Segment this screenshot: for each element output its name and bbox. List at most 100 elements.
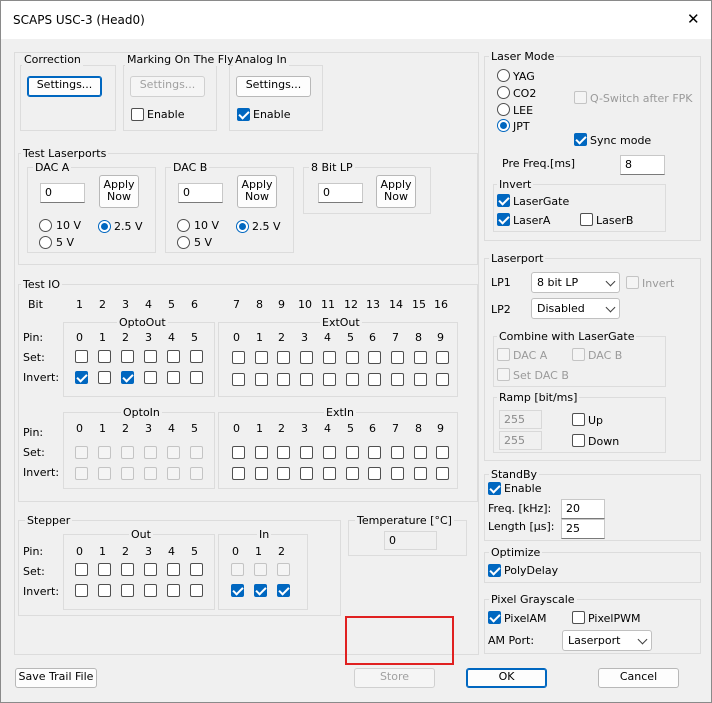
dac-b-apply-button[interactable]: Apply Now (237, 175, 277, 208)
extin-set-checkbox[interactable] (346, 446, 359, 459)
ok-button[interactable]: OK (466, 668, 547, 688)
extout-invert-checkbox[interactable] (346, 373, 359, 386)
optoin-set-checkbox[interactable] (98, 446, 111, 459)
extin-set-checkbox[interactable] (300, 446, 313, 459)
optoin-set-checkbox[interactable] (167, 446, 180, 459)
stepper-out-set-checkbox[interactable] (190, 563, 203, 576)
optoout-invert-checkbox[interactable] (75, 371, 88, 384)
stepper-in-set-checkbox[interactable] (231, 563, 244, 576)
ramp-up-checkbox[interactable] (572, 413, 585, 426)
lp1-invert-checkbox[interactable] (626, 276, 639, 289)
laser-mode-yag-radio[interactable] (497, 69, 510, 82)
stepper-in-set-checkbox[interactable] (254, 563, 267, 576)
stepper-in-set-checkbox[interactable] (277, 563, 290, 576)
combine-daca-checkbox[interactable] (497, 348, 510, 361)
extout-set-checkbox[interactable] (368, 351, 381, 364)
combine-dacb-checkbox[interactable] (572, 348, 585, 361)
stepper-in-invert-checkbox[interactable] (231, 584, 244, 597)
stepper-out-invert-checkbox[interactable] (75, 584, 88, 597)
optoin-set-checkbox[interactable] (190, 446, 203, 459)
dac-a-input[interactable]: 0 (40, 183, 85, 203)
extin-set-checkbox[interactable] (391, 446, 404, 459)
stepper-out-set-checkbox[interactable] (144, 563, 157, 576)
optoin-invert-checkbox[interactable] (98, 467, 111, 480)
optoin-set-checkbox[interactable] (144, 446, 157, 459)
optoout-set-checkbox[interactable] (144, 350, 157, 363)
dac-a-apply-button[interactable]: Apply Now (99, 175, 139, 208)
setdacb-checkbox[interactable] (497, 368, 510, 381)
marking-enable-checkbox[interactable] (131, 108, 144, 121)
extout-invert-checkbox[interactable] (368, 373, 381, 386)
laserb-checkbox[interactable] (580, 213, 593, 226)
extout-set-checkbox[interactable] (255, 351, 268, 364)
pixelpwm-checkbox[interactable] (572, 611, 585, 624)
stepper-out-set-checkbox[interactable] (167, 563, 180, 576)
extin-invert-checkbox[interactable] (436, 467, 449, 480)
optoin-invert-checkbox[interactable] (167, 467, 180, 480)
dac-b-input[interactable]: 0 (178, 183, 223, 203)
stepper-out-invert-checkbox[interactable] (98, 584, 111, 597)
optoin-invert-checkbox[interactable] (75, 467, 88, 480)
stepper-out-invert-checkbox[interactable] (190, 584, 203, 597)
extin-invert-checkbox[interactable] (255, 467, 268, 480)
save-trail-button[interactable]: Save Trail File (15, 668, 97, 688)
extin-invert-checkbox[interactable] (300, 467, 313, 480)
stepper-out-invert-checkbox[interactable] (121, 584, 134, 597)
extout-invert-checkbox[interactable] (277, 373, 290, 386)
extout-invert-checkbox[interactable] (414, 373, 427, 386)
optoout-set-checkbox[interactable] (98, 350, 111, 363)
marking-settings-button[interactable]: Settings... (130, 76, 205, 97)
laser-mode-lee-radio[interactable] (497, 103, 510, 116)
optoout-invert-checkbox[interactable] (167, 371, 180, 384)
optoout-set-checkbox[interactable] (190, 350, 203, 363)
stepper-out-invert-checkbox[interactable] (167, 584, 180, 597)
freq-input[interactable]: 20 (561, 499, 605, 519)
correction-settings-button[interactable]: Settings... (27, 76, 102, 97)
optoin-set-checkbox[interactable] (75, 446, 88, 459)
optoout-invert-checkbox[interactable] (121, 371, 134, 384)
extin-invert-checkbox[interactable] (323, 467, 336, 480)
store-button[interactable]: Store (354, 668, 435, 688)
extout-set-checkbox[interactable] (436, 351, 449, 364)
lp8-apply-button[interactable]: Apply Now (376, 175, 416, 208)
optoin-invert-checkbox[interactable] (121, 467, 134, 480)
lp2-select[interactable]: Disabled (531, 298, 620, 319)
polydelay-checkbox[interactable] (488, 564, 501, 577)
stepper-out-set-checkbox[interactable] (121, 563, 134, 576)
extout-invert-checkbox[interactable] (391, 373, 404, 386)
laser-mode-co2-radio[interactable] (497, 86, 510, 99)
extout-set-checkbox[interactable] (414, 351, 427, 364)
extout-set-checkbox[interactable] (391, 351, 404, 364)
amport-select[interactable]: Laserport (562, 630, 652, 651)
extin-invert-checkbox[interactable] (368, 467, 381, 480)
optoout-invert-checkbox[interactable] (144, 371, 157, 384)
lp8-input[interactable]: 0 (318, 183, 363, 203)
extin-set-checkbox[interactable] (323, 446, 336, 459)
extin-set-checkbox[interactable] (368, 446, 381, 459)
analog-settings-button[interactable]: Settings... (236, 76, 311, 97)
standby-enable-checkbox[interactable] (488, 482, 501, 495)
close-icon[interactable]: ✕ (687, 10, 700, 28)
lasera-checkbox[interactable] (497, 213, 510, 226)
extout-invert-checkbox[interactable] (232, 373, 245, 386)
extin-invert-checkbox[interactable] (277, 467, 290, 480)
stepper-in-invert-checkbox[interactable] (277, 584, 290, 597)
pixelam-checkbox[interactable] (488, 611, 501, 624)
optoout-set-checkbox[interactable] (75, 350, 88, 363)
optoout-invert-checkbox[interactable] (98, 371, 111, 384)
extin-set-checkbox[interactable] (436, 446, 449, 459)
extout-set-checkbox[interactable] (232, 351, 245, 364)
optoin-invert-checkbox[interactable] (144, 467, 157, 480)
optoin-invert-checkbox[interactable] (190, 467, 203, 480)
dac-a-10v-radio[interactable] (39, 219, 52, 232)
extin-invert-checkbox[interactable] (232, 467, 245, 480)
optoout-invert-checkbox[interactable] (190, 371, 203, 384)
extout-invert-checkbox[interactable] (323, 373, 336, 386)
optoout-set-checkbox[interactable] (121, 350, 134, 363)
extin-invert-checkbox[interactable] (414, 467, 427, 480)
extin-set-checkbox[interactable] (277, 446, 290, 459)
sync-mode-checkbox[interactable] (574, 133, 587, 146)
ramp-down-checkbox[interactable] (572, 434, 585, 447)
extout-set-checkbox[interactable] (346, 351, 359, 364)
extin-invert-checkbox[interactable] (346, 467, 359, 480)
